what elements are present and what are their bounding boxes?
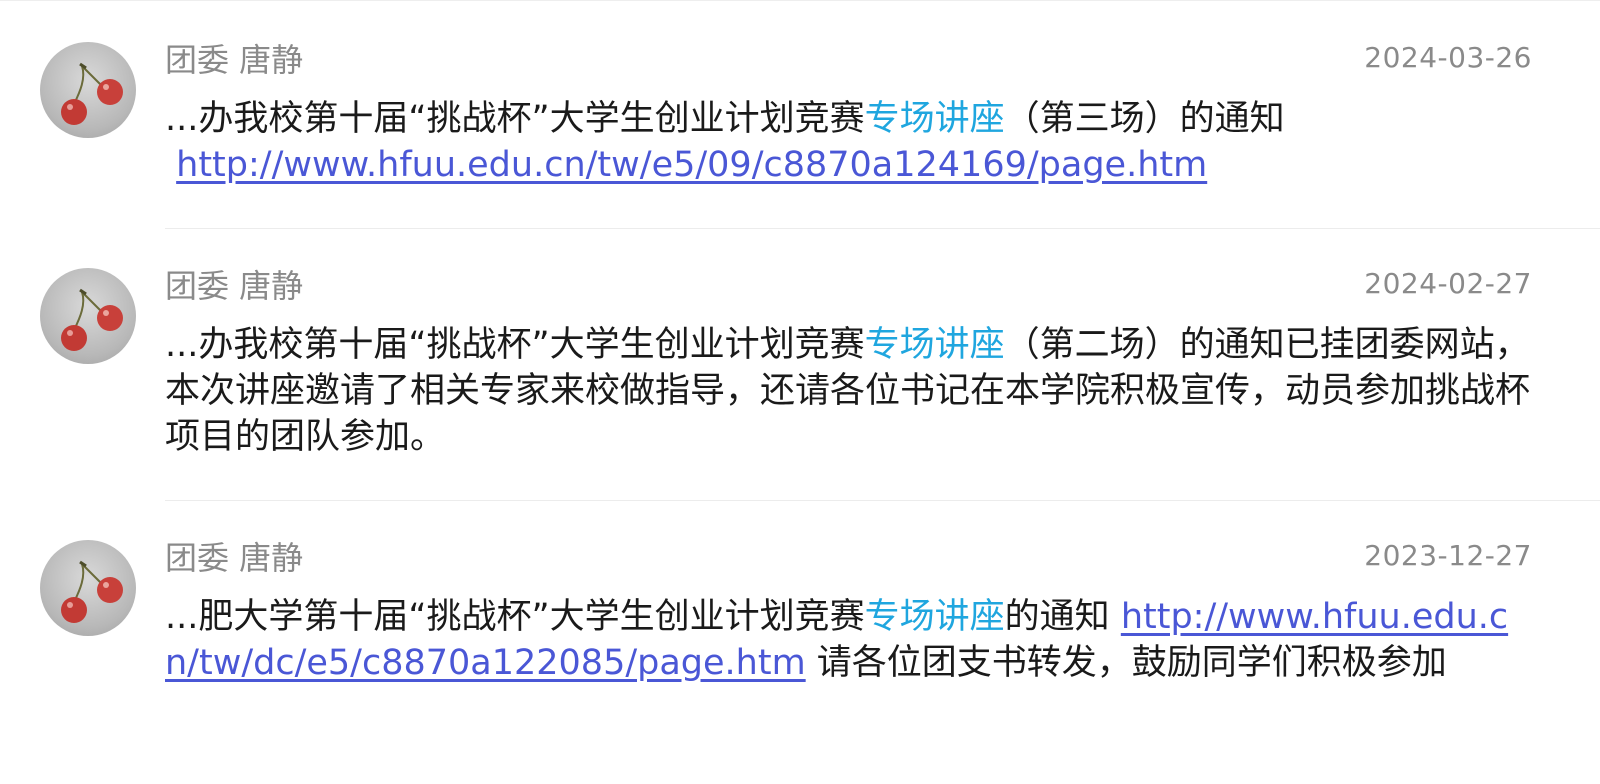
divider	[165, 500, 1600, 501]
search-results-list: 团委 唐静 2024-03-26 ...办我校第十届“挑战杯”大学生创业计划竞赛…	[0, 0, 1600, 784]
message-date: 2024-02-27	[1364, 267, 1532, 300]
search-highlight: 专场讲座	[864, 99, 1005, 139]
cherry-avatar-icon[interactable]	[40, 268, 136, 364]
cherry-avatar-icon[interactable]	[40, 42, 136, 138]
search-highlight: 专场讲座	[864, 325, 1005, 365]
sender-name: 团委 唐静	[165, 539, 304, 577]
snippet-text: （第三场）的通知	[1004, 99, 1285, 139]
cherry-avatar-icon[interactable]	[40, 540, 136, 636]
snippet-text: ...办我校第十届“挑战杯”大学生创业计划竞赛	[165, 99, 865, 139]
divider	[165, 228, 1600, 229]
message-link[interactable]: http://www.hfuu.edu.cn/tw/e5/09/c8870a12…	[176, 145, 1207, 185]
message-date: 2024-03-26	[1364, 41, 1532, 74]
sender-name: 团委 唐静	[165, 267, 304, 305]
snippet-text: ...肥大学第十届“挑战杯”大学生创业计划竞赛	[165, 597, 865, 637]
message-snippet: ...办我校第十届“挑战杯”大学生创业计划竞赛专场讲座（第二场）的通知已挂团委网…	[165, 322, 1535, 460]
message-snippet: ...肥大学第十届“挑战杯”大学生创业计划竞赛专场讲座的通知 http://ww…	[165, 594, 1535, 686]
snippet-text: 的通知	[1004, 597, 1121, 637]
message-date: 2023-12-27	[1364, 539, 1532, 572]
snippet-text: ...办我校第十届“挑战杯”大学生创业计划竞赛	[165, 325, 865, 365]
message-snippet: ...办我校第十届“挑战杯”大学生创业计划竞赛专场讲座（第三场）的通知 http…	[165, 96, 1535, 188]
search-highlight: 专场讲座	[864, 597, 1005, 637]
snippet-text: 请各位团支书转发，鼓励同学们积极参加	[805, 643, 1447, 683]
sender-name: 团委 唐静	[165, 41, 304, 79]
